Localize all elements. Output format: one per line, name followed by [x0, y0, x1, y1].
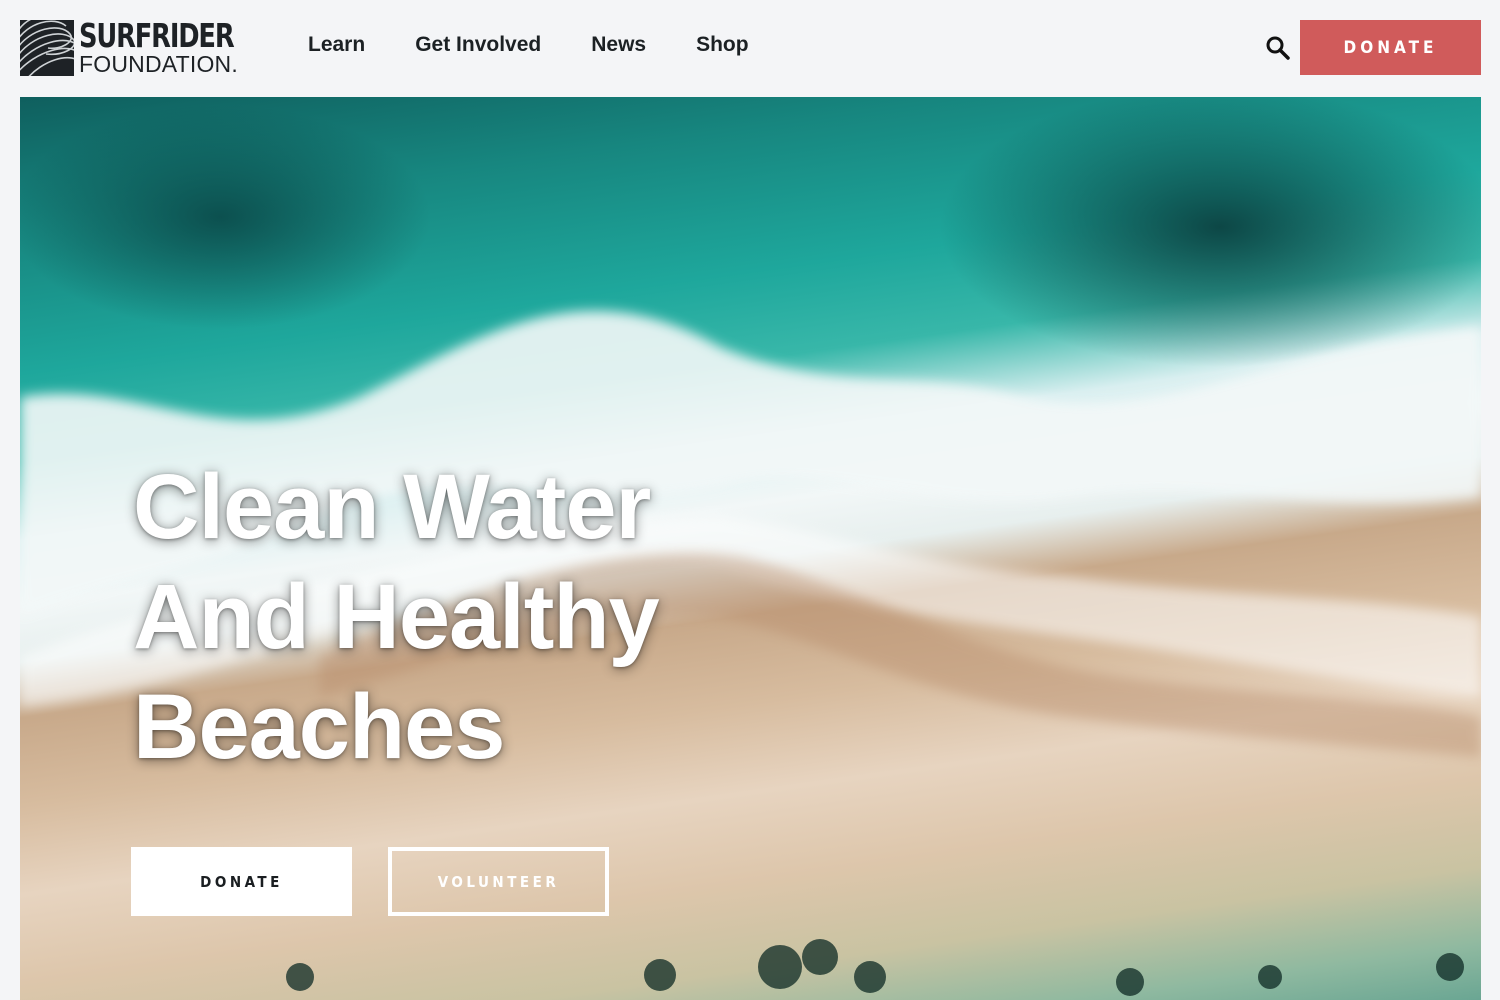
- nav-item-news[interactable]: News: [591, 33, 646, 57]
- wave-logo-icon: [20, 20, 74, 76]
- hero-title: Clean Water And Healthy Beaches: [133, 456, 660, 778]
- hero-volunteer-button[interactable]: VOLUNTEER: [388, 847, 609, 916]
- main-nav: Learn Get Involved News Shop: [308, 33, 799, 57]
- nav-item-shop[interactable]: Shop: [696, 33, 749, 57]
- hero-donate-button[interactable]: DONATE: [131, 847, 352, 916]
- site-header: SURFRIDER FOUNDATION. Learn Get Involved…: [0, 0, 1500, 97]
- search-icon[interactable]: [1264, 34, 1292, 62]
- logo-wordmark-bottom: FOUNDATION.: [79, 50, 238, 77]
- nav-item-learn[interactable]: Learn: [308, 33, 365, 57]
- logo-wordmark-top: SURFRIDER: [79, 15, 235, 55]
- nav-item-get-involved[interactable]: Get Involved: [415, 33, 541, 57]
- hero-banner: Clean Water And Healthy Beaches DONATE V…: [20, 97, 1481, 1000]
- header-donate-button[interactable]: DONATE: [1300, 20, 1481, 75]
- surfrider-logo[interactable]: SURFRIDER FOUNDATION.: [20, 19, 277, 77]
